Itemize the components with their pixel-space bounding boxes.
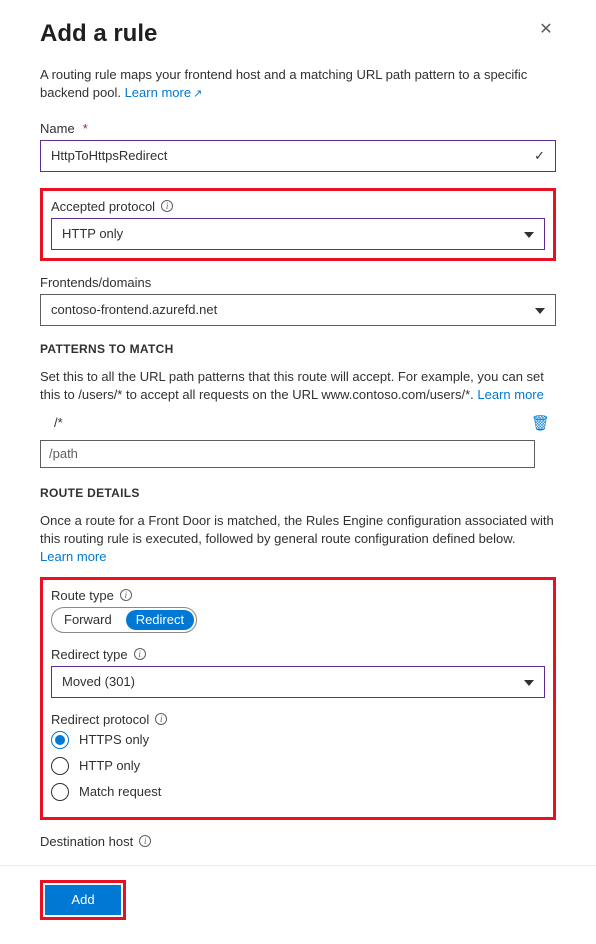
pattern-value: /* (40, 415, 521, 430)
name-label: Name (40, 121, 75, 136)
delete-icon[interactable]: 🗑 (531, 414, 556, 432)
protocol-select[interactable]: HTTP only (51, 218, 545, 250)
check-icon (534, 148, 545, 164)
redirect-type-value: Moved (301) (62, 674, 135, 689)
patterns-heading: PATTERNS TO MATCH (40, 342, 556, 356)
route-type-redirect[interactable]: Redirect (126, 610, 194, 630)
protocol-label: Accepted protocol (51, 199, 155, 214)
destination-host-label: Destination host (40, 834, 133, 849)
redirect-type-select[interactable]: Moved (301) (51, 666, 545, 698)
name-input[interactable]: HttpToHttpsRedirect (40, 140, 556, 172)
chevron-down-icon (524, 674, 534, 689)
redirect-protocol-option-match[interactable]: Match request (51, 783, 545, 801)
name-input-value: HttpToHttpsRedirect (51, 148, 167, 163)
redirect-protocol-option-https[interactable]: HTTPS only (51, 731, 545, 749)
route-learn-more-link[interactable]: Learn more (40, 549, 106, 564)
protocol-select-value: HTTP only (62, 226, 123, 241)
route-type-label: Route type (51, 588, 114, 603)
patterns-learn-more-link[interactable]: Learn more (477, 387, 543, 402)
radio-label: HTTP only (79, 758, 140, 773)
route-type-forward[interactable]: Forward (52, 608, 124, 632)
info-icon[interactable] (134, 648, 146, 660)
close-icon[interactable]: ✕ (536, 20, 556, 40)
patterns-desc-text: Set this to all the URL path patterns th… (40, 369, 544, 402)
info-icon[interactable] (161, 200, 173, 212)
path-input[interactable] (40, 440, 535, 468)
route-type-toggle[interactable]: Forward Redirect (51, 607, 197, 633)
redirect-protocol-option-http[interactable]: HTTP only (51, 757, 545, 775)
redirect-type-label: Redirect type (51, 647, 128, 662)
intro-text: A routing rule maps your frontend host a… (40, 66, 556, 103)
redirect-protocol-label: Redirect protocol (51, 712, 149, 727)
learn-more-link[interactable]: Learn more (125, 85, 203, 100)
route-heading: ROUTE DETAILS (40, 486, 556, 500)
pattern-row: /* 🗑 (40, 414, 556, 432)
chevron-down-icon (524, 226, 534, 241)
frontends-select[interactable]: contoso-frontend.azurefd.net (40, 294, 556, 326)
radio-label: HTTPS only (79, 732, 149, 747)
frontends-select-value: contoso-frontend.azurefd.net (51, 302, 217, 317)
radio-icon (51, 757, 69, 775)
radio-icon (51, 731, 69, 749)
required-indicator: * (83, 121, 88, 136)
frontends-label: Frontends/domains (40, 275, 151, 290)
accepted-protocol-highlight: Accepted protocol HTTP only (40, 188, 556, 261)
info-icon[interactable] (139, 835, 151, 847)
radio-label: Match request (79, 784, 161, 799)
route-config-highlight: Route type Forward Redirect Redirect typ… (40, 577, 556, 820)
info-icon[interactable] (155, 713, 167, 725)
add-button[interactable]: Add (45, 885, 121, 915)
chevron-down-icon (535, 302, 545, 317)
route-desc-text: Once a route for a Front Door is matched… (40, 513, 554, 546)
info-icon[interactable] (120, 589, 132, 601)
patterns-desc: Set this to all the URL path patterns th… (40, 368, 556, 404)
radio-icon (51, 783, 69, 801)
panel-title: Add a rule (40, 20, 157, 48)
route-desc: Once a route for a Front Door is matched… (40, 512, 556, 567)
intro-body: A routing rule maps your frontend host a… (40, 67, 527, 100)
add-button-highlight: Add (40, 880, 126, 920)
